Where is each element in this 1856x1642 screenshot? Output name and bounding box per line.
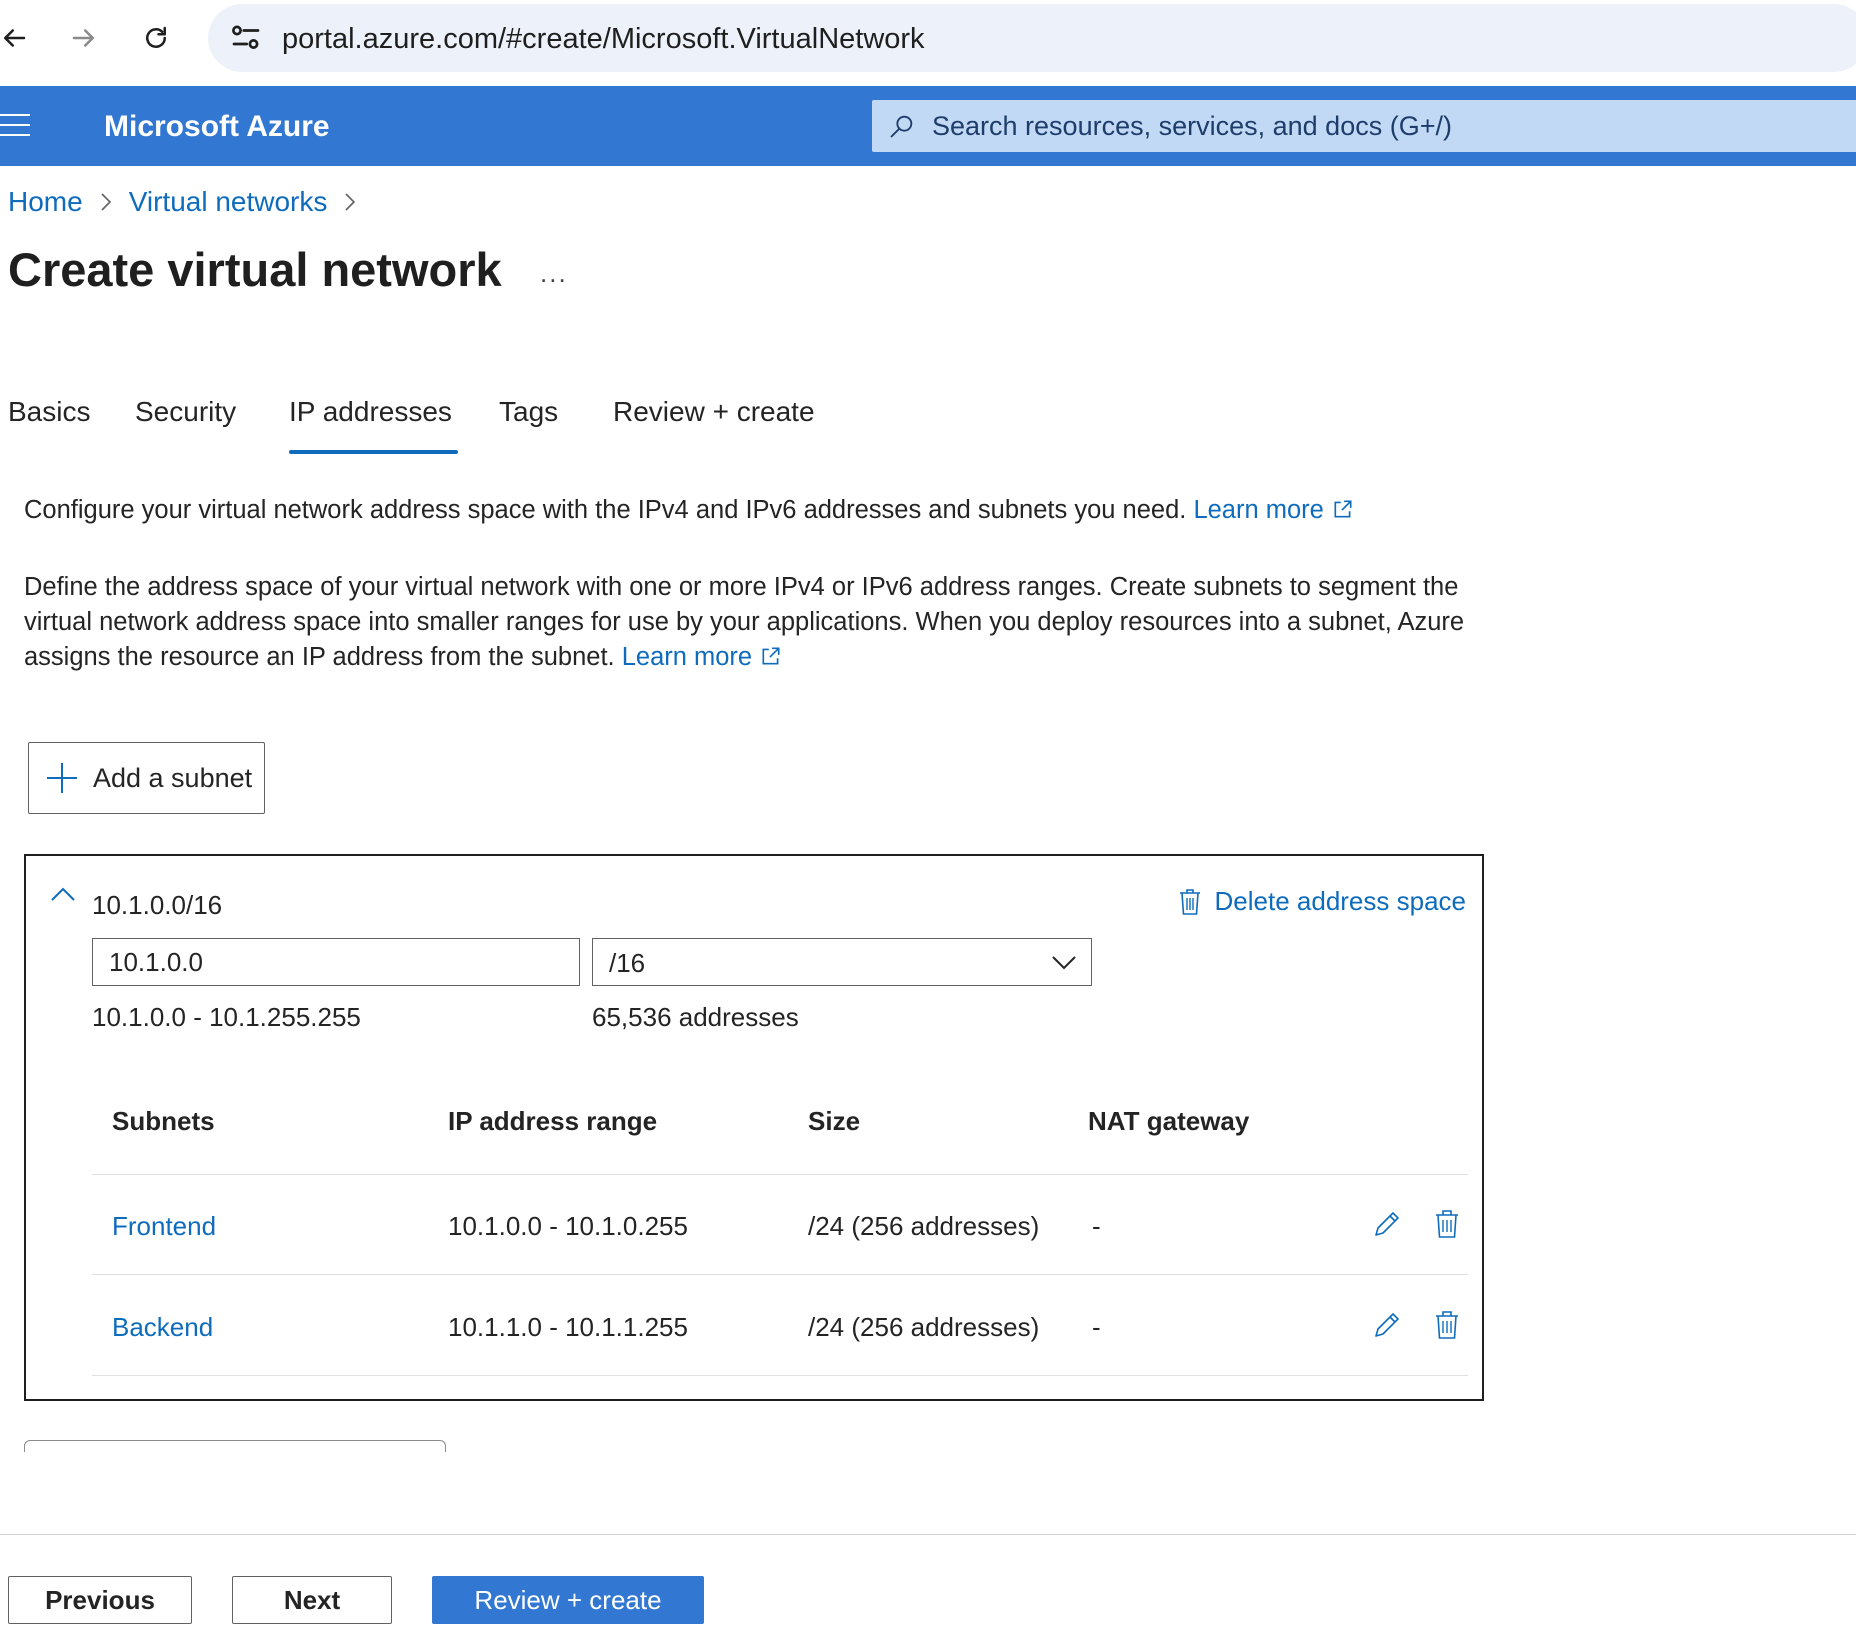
chevron-down-icon: [1052, 956, 1076, 970]
chevron-right-icon: [101, 193, 111, 211]
external-link-icon: [762, 647, 780, 665]
chevron-up-icon[interactable]: [48, 884, 78, 906]
add-subnet-button[interactable]: Add a subnet: [28, 742, 265, 814]
trash-icon[interactable]: [1430, 1207, 1464, 1241]
address-bar[interactable]: portal.azure.com/#create/Microsoft.Virtu…: [208, 4, 1856, 72]
address-count-text: 65,536 addresses: [592, 1002, 799, 1032]
trash-icon[interactable]: [1430, 1308, 1464, 1342]
wizard-tabs: Basics Security IP addresses Tags Review…: [0, 396, 900, 454]
delete-address-space-label: Delete address space: [1214, 886, 1466, 916]
subnet-range: 10.1.1.0 - 10.1.1.255: [448, 1312, 688, 1342]
learn-more-link[interactable]: Learn more: [1193, 496, 1353, 524]
breadcrumb-home[interactable]: Home: [8, 186, 83, 218]
arrow-left-icon: [4, 29, 26, 47]
edit-icon[interactable]: [1370, 1207, 1404, 1241]
intro-text: Configure your virtual network address s…: [24, 496, 1354, 525]
portal-header: Microsoft Azure: [0, 86, 1856, 166]
prefix-value: /16: [609, 948, 646, 978]
brand-name[interactable]: Microsoft Azure: [104, 110, 330, 144]
reload-icon: [146, 26, 166, 48]
subnet-range: 10.1.0.0 - 10.1.0.255: [448, 1211, 688, 1241]
partial-element: [24, 1440, 446, 1452]
url-text: portal.azure.com/#create/Microsoft.Virtu…: [282, 23, 925, 55]
tab-tags[interactable]: Tags: [499, 396, 558, 452]
arrow-right-icon: [72, 29, 94, 47]
tab-security[interactable]: Security: [135, 396, 236, 452]
column-header-ip-range: IP address range: [448, 1106, 658, 1136]
external-link-icon: [1334, 500, 1352, 518]
global-search[interactable]: [872, 100, 1856, 152]
search-icon: [890, 115, 913, 138]
review-create-button[interactable]: Review + create: [432, 1576, 704, 1624]
tab-review-create[interactable]: Review + create: [613, 396, 815, 452]
add-subnet-label: Add a subnet: [93, 762, 253, 793]
more-options-button[interactable]: ...: [540, 258, 568, 289]
intro-text-body: Configure your virtual network address s…: [24, 496, 1187, 524]
subnet-size: /24 (256 addresses): [808, 1312, 1040, 1342]
footer-divider: [0, 1534, 1856, 1535]
subnet-size: /24 (256 addresses): [808, 1211, 1040, 1241]
browser-toolbar: portal.azure.com/#create/Microsoft.Virtu…: [0, 0, 1856, 86]
prefix-dropdown[interactable]: /16: [592, 938, 1092, 986]
menu-icon[interactable]: [0, 114, 32, 138]
previous-button[interactable]: Previous: [8, 1576, 192, 1624]
search-input[interactable]: [932, 100, 1832, 152]
address-space-card: 10.1.0.0/16 Delete address space /16 10.…: [24, 854, 1484, 1401]
address-input[interactable]: [92, 938, 580, 986]
edit-icon[interactable]: [1370, 1308, 1404, 1342]
forward-button[interactable]: [64, 18, 104, 58]
back-button[interactable]: [0, 18, 34, 58]
next-button[interactable]: Next: [232, 1576, 392, 1624]
subnet-nat: -: [1092, 1312, 1101, 1342]
tab-ip-addresses[interactable]: IP addresses: [289, 396, 458, 454]
address-space-description: Define the address space of your virtual…: [24, 570, 1504, 675]
learn-more-label: Learn more: [1193, 496, 1324, 524]
column-header-nat-gateway: NAT gateway: [1088, 1106, 1250, 1136]
subnet-name-link[interactable]: Frontend: [112, 1211, 216, 1242]
breadcrumb-virtual-networks[interactable]: Virtual networks: [129, 186, 328, 218]
address-range-text: 10.1.0.0 - 10.1.255.255: [92, 1002, 361, 1032]
tab-basics[interactable]: Basics: [8, 396, 90, 452]
trash-icon: [1179, 888, 1200, 915]
site-settings-icon[interactable]: [228, 20, 264, 56]
table-row: Backend 10.1.1.0 - 10.1.1.255 /24 (256 a…: [92, 1276, 1468, 1376]
plus-icon: [47, 763, 77, 793]
learn-more-link-2[interactable]: Learn more: [622, 643, 782, 671]
page-title: Create virtual network: [8, 243, 502, 296]
column-header-subnets: Subnets: [112, 1106, 215, 1136]
subnet-name-link[interactable]: Backend: [112, 1312, 213, 1343]
chevron-right-icon: [345, 193, 356, 211]
breadcrumb: Home Virtual networks: [8, 186, 373, 218]
delete-address-space-button[interactable]: Delete address space: [1177, 886, 1466, 917]
address-space-title: 10.1.0.0/16: [92, 890, 223, 920]
learn-more-label: Learn more: [621, 643, 753, 671]
table-row: Frontend 10.1.0.0 - 10.1.0.255 /24 (256 …: [92, 1175, 1468, 1275]
column-header-size: Size: [808, 1106, 861, 1136]
reload-button[interactable]: [136, 18, 176, 58]
subnet-nat: -: [1092, 1211, 1101, 1241]
